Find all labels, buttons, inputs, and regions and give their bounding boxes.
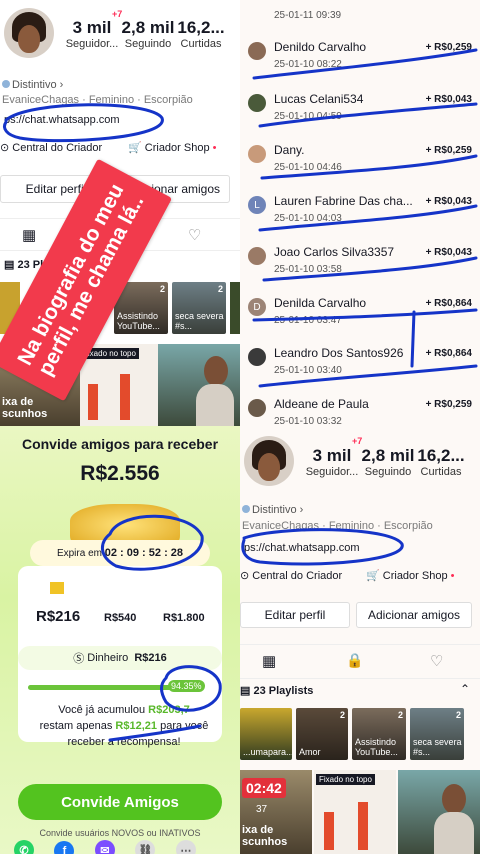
ink-annotation	[101, 514, 222, 742]
profile-panel-bottom: +7 3 mil Seguidor... 2,8 mil Seguindo 16…	[240, 426, 480, 854]
ink-annotation	[252, 48, 478, 388]
earnings-list: 25-01-11 09:39 Denildo Carvalho 25-01-10 …	[240, 0, 480, 426]
ink-annotation	[241, 528, 404, 566]
invite-reward-panel: Convide amigos para receber R$2.556 Expi…	[0, 426, 240, 854]
